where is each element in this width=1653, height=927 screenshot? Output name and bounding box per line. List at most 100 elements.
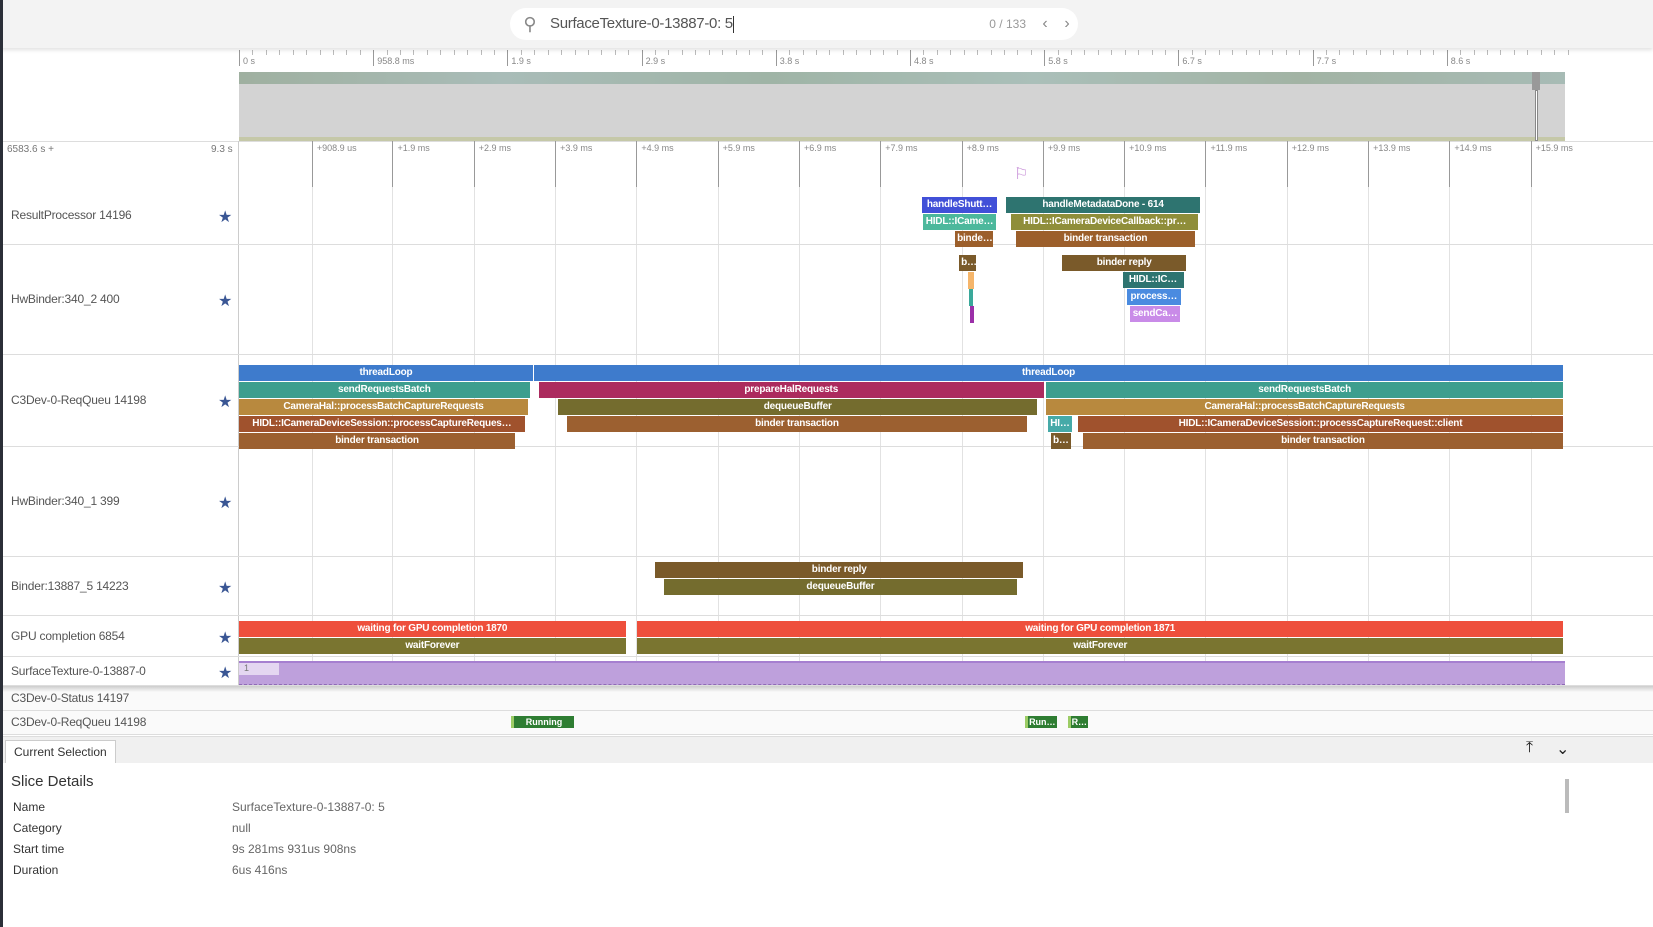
slice[interactable]: binder reply [655, 562, 1024, 578]
detail-row: Start time 9s 281ms 931us 908ns [3, 838, 1653, 859]
star-icon[interactable]: ★ [218, 392, 232, 412]
overview-minor-tick [1513, 50, 1515, 55]
time-tick: +12.9 ms [1286, 141, 1329, 187]
star-icon[interactable]: ★ [218, 628, 232, 648]
overview-minor-tick [1433, 50, 1435, 55]
counter-track[interactable]: 1 [239, 661, 1565, 685]
overview-minor-tick [1567, 50, 1569, 55]
slice[interactable]: CameraHal::processBatchCaptureRequests [238, 399, 529, 415]
slice[interactable]: b… [1051, 433, 1071, 449]
slice[interactable] [968, 272, 974, 289]
slice[interactable] [968, 289, 973, 306]
overview-minor-tick [493, 50, 495, 55]
overview-minor-tick [1379, 50, 1381, 55]
slice[interactable]: HIDL::ICameraDeviceSession::processCaptu… [1077, 416, 1564, 432]
chevron-down-icon[interactable]: ⌄ [1556, 739, 1569, 759]
overview-minor-tick [735, 50, 737, 55]
thread-state-running[interactable]: Run… [1024, 716, 1057, 728]
overview-tick: 4.8 s [910, 50, 934, 66]
time-offset: 6583.6 s + [7, 144, 54, 155]
slice[interactable]: b… [959, 255, 977, 271]
slice[interactable]: handleMetadataDone - 614 [1006, 197, 1200, 213]
overview-minor-tick [1366, 50, 1368, 55]
slice[interactable]: binder transaction [1082, 433, 1564, 449]
slice[interactable]: HIDL::ICameraDeviceCallback::pr… [1011, 214, 1199, 230]
overview-minor-tick [534, 50, 536, 55]
slice[interactable]: dequeueBuffer [558, 399, 1038, 415]
star-icon[interactable]: ★ [218, 207, 232, 227]
slice[interactable]: binder transaction [1016, 231, 1195, 247]
overview-minor-tick [306, 50, 308, 55]
slice[interactable] [969, 306, 974, 323]
expand-panel-icon[interactable]: ⤒ [1526, 739, 1533, 757]
tab-current-selection[interactable]: Current Selection [5, 740, 116, 763]
slice[interactable]: binder reply [1062, 255, 1186, 271]
overview-minor-tick [842, 50, 844, 55]
slice-details: Name SurfaceTexture-0-13887-0: 5 Category n… [3, 796, 1653, 880]
overview-minor-tick [1460, 50, 1462, 55]
overview-minor-tick [762, 50, 764, 55]
overview-minor-tick [292, 50, 294, 55]
overview-minor-tick [561, 50, 563, 55]
slice[interactable]: sendRequestsBatch [1046, 382, 1564, 398]
search-box[interactable]: ⚲ SurfaceTexture-0-13887-0: 5 0 / 133 ‹ … [510, 8, 1078, 40]
slice[interactable]: HIDL::ICame… [923, 214, 996, 230]
overview-window[interactable] [1535, 90, 1538, 141]
star-icon[interactable]: ★ [218, 291, 232, 311]
thread-state-running[interactable]: R… [1068, 716, 1088, 728]
slice[interactable]: binder transaction [238, 433, 516, 449]
thread-state-running[interactable]: Running [511, 716, 574, 728]
slice[interactable]: handleShutt… [921, 197, 998, 213]
slice[interactable]: waiting for GPU completion 1870 [238, 621, 626, 637]
slice[interactable]: dequeueBuffer [664, 579, 1017, 595]
overview-minor-tick [1326, 50, 1328, 55]
slice[interactable]: CameraHal::processBatchCaptureRequests [1046, 399, 1564, 415]
overview-minor-tick [977, 50, 979, 55]
slice[interactable]: sendRequestsBatch [238, 382, 530, 398]
slice[interactable]: HIDL::ICameraDeviceSession::processCaptu… [238, 416, 525, 432]
flag-icon[interactable]: ⚐ [1014, 164, 1028, 184]
details-panel: Current Selection ⤒ ⌄ Slice Details Name… [3, 736, 1653, 927]
star-icon[interactable]: ★ [218, 578, 232, 598]
track-name: C3Dev-0-ReqQueu 14198 [11, 715, 147, 729]
time-tick: +1.9 ms [392, 141, 430, 187]
search-input[interactable]: SurfaceTexture-0-13887-0: 5 [550, 15, 989, 33]
slice[interactable]: waitForever [238, 638, 626, 654]
overview-minor-tick [722, 50, 724, 55]
overview-tick: 8.6 s [1446, 50, 1470, 66]
overview-minor-tick [614, 50, 616, 55]
slice[interactable]: binde… [955, 231, 994, 247]
overview-minor-tick [1205, 50, 1207, 55]
slice[interactable]: HI… [1047, 416, 1073, 432]
overview-minor-tick [413, 50, 415, 55]
track: HwBinder:340_1 399 ★ [3, 447, 1653, 557]
slice[interactable]: sendCa… [1129, 306, 1181, 322]
overview-timeline[interactable] [239, 72, 1565, 141]
star-icon[interactable]: ★ [218, 493, 232, 513]
slice[interactable]: process… [1126, 289, 1182, 305]
overview-minor-tick [655, 50, 657, 55]
slice[interactable]: waitForever [637, 638, 1564, 654]
top-bar: ⚲ SurfaceTexture-0-13887-0: 5 0 / 133 ‹ … [0, 0, 1653, 48]
overview-minor-tick [1218, 50, 1220, 55]
slice[interactable]: prepareHalRequests [538, 382, 1044, 398]
chevron-left-icon[interactable]: ‹ [1034, 15, 1056, 33]
time-tick: +15.9 ms [1530, 141, 1573, 187]
slice[interactable]: HIDL::IC… [1122, 272, 1184, 288]
overview-tick: 1.9 s [507, 50, 531, 66]
slice[interactable]: threadLoop [238, 365, 534, 381]
chevron-right-icon[interactable]: › [1056, 15, 1078, 33]
overview-minor-tick [802, 50, 804, 55]
panel-scrollbar[interactable] [1565, 779, 1569, 813]
time-tick: +7.9 ms [880, 141, 918, 187]
time-tick: +13.9 ms [1368, 141, 1410, 187]
star-icon[interactable]: ★ [218, 663, 232, 683]
overview-tick: 3.8 s [775, 50, 799, 66]
slice[interactable]: threadLoop [533, 365, 1564, 381]
slice[interactable]: binder transaction [567, 416, 1027, 432]
detail-row: Duration 6us 416ns [3, 859, 1653, 880]
slice[interactable]: waiting for GPU completion 1871 [637, 621, 1564, 637]
overview-window-handle[interactable] [1532, 72, 1540, 90]
overview-minor-tick [1473, 50, 1475, 55]
overview-minor-tick [1500, 50, 1502, 55]
